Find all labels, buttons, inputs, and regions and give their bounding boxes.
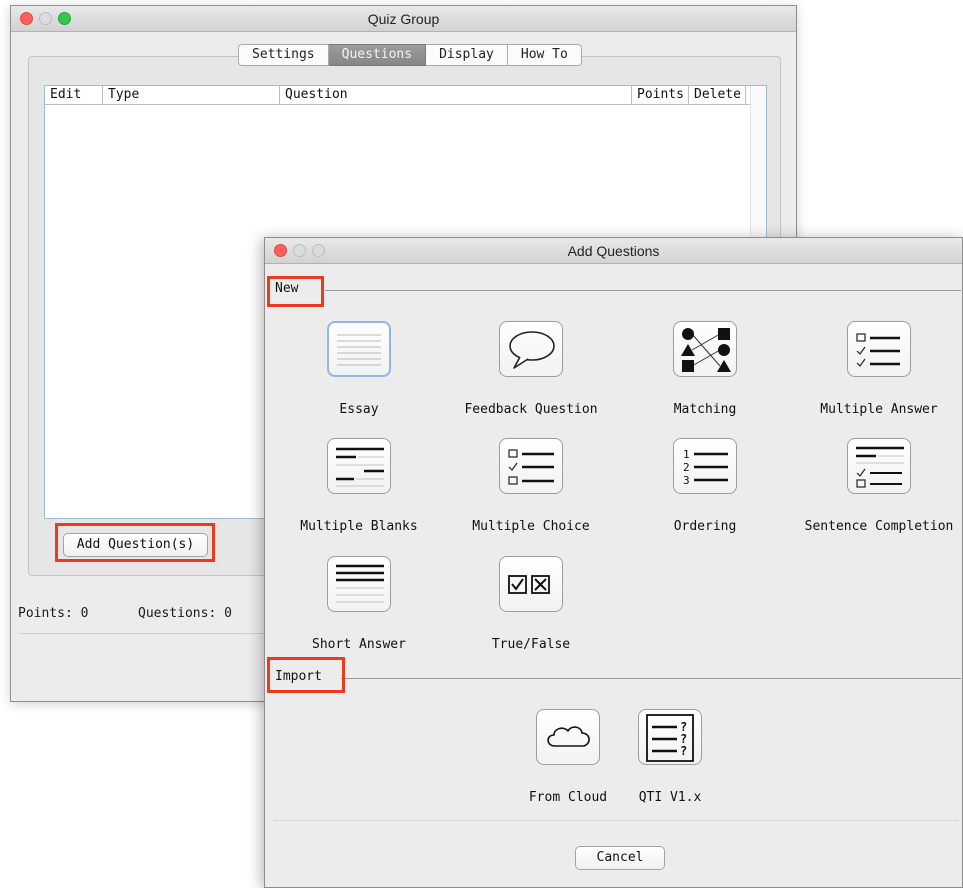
minimize-button[interactable] [39, 12, 52, 25]
add-questions-titlebar: Add Questions [265, 238, 962, 264]
multiple-answer-icon [847, 321, 911, 377]
matching-shapes-icon [673, 321, 737, 377]
quiz-group-titlebar: Quiz Group [11, 6, 796, 32]
svg-text:?: ? [680, 744, 687, 758]
zoom-button[interactable] [58, 12, 71, 25]
column-header-points[interactable]: Points [632, 86, 689, 104]
svg-text:1: 1 [683, 448, 690, 461]
window-title: Add Questions [567, 243, 660, 259]
question-type-feedback[interactable]: Feedback Question [451, 321, 611, 417]
questions-count: Questions: 0 [138, 606, 232, 621]
question-type-label: Essay [339, 402, 379, 417]
tab-bar: Settings Questions Display How To [238, 44, 582, 66]
svg-text:3: 3 [683, 474, 690, 487]
import-section-label: Import [271, 669, 326, 684]
speech-bubble-icon [499, 321, 563, 377]
question-type-label: Matching [673, 402, 737, 417]
footer-divider [273, 820, 959, 821]
table-header: Edit Type Question Points Delete [45, 86, 766, 105]
short-answer-icon [327, 556, 391, 612]
question-type-ordering[interactable]: 1 2 3 Ordering [625, 438, 785, 534]
question-type-essay[interactable]: Essay [279, 321, 439, 417]
true-false-icon [499, 556, 563, 612]
question-type-matching[interactable]: Matching [625, 321, 785, 417]
question-type-multiple-blanks[interactable]: Multiple Blanks [279, 438, 439, 534]
window-controls [20, 12, 77, 25]
question-type-label: Short Answer [312, 637, 406, 652]
question-type-sentence-completion[interactable]: Sentence Completion [799, 438, 959, 534]
column-header-question[interactable]: Question [280, 86, 632, 104]
points-count: Points: 0 [18, 606, 89, 621]
svg-text:2: 2 [683, 461, 690, 474]
close-button[interactable] [274, 244, 287, 257]
column-header-delete[interactable]: Delete [689, 86, 746, 104]
question-type-multiple-choice[interactable]: Multiple Choice [451, 438, 611, 534]
tab-how-to[interactable]: How To [507, 44, 582, 66]
column-header-type[interactable]: Type [103, 86, 280, 104]
question-type-label: Multiple Choice [472, 519, 590, 534]
add-questions-window: Add Questions New Essay Feedback Questio… [264, 237, 963, 888]
tab-settings[interactable]: Settings [238, 44, 329, 66]
import-qti[interactable]: ? ? ? QTI V1.x [590, 709, 750, 805]
sentence-completion-icon [847, 438, 911, 494]
column-header-edit[interactable]: Edit [45, 86, 103, 104]
minimize-button[interactable] [293, 244, 306, 257]
multiple-choice-icon [499, 438, 563, 494]
add-questions-button[interactable]: Add Question(s) [63, 533, 208, 557]
window-controls [274, 244, 331, 257]
tab-display[interactable]: Display [426, 44, 508, 66]
footer-divider [19, 633, 274, 634]
question-type-label: Feedback Question [464, 402, 598, 417]
window-title: Quiz Group [367, 11, 440, 27]
close-button[interactable] [20, 12, 33, 25]
ordering-icon: 1 2 3 [673, 438, 737, 494]
question-type-label: Sentence Completion [804, 519, 954, 534]
multiple-blanks-icon [327, 438, 391, 494]
essay-icon [327, 321, 391, 377]
question-type-label: Multiple Blanks [300, 519, 418, 534]
import-label: QTI V1.x [638, 790, 702, 805]
import-section-divider [341, 678, 961, 679]
question-type-true-false[interactable]: True/False [451, 556, 611, 652]
new-section-divider [325, 290, 961, 291]
question-type-label: True/False [491, 637, 571, 652]
tab-questions[interactable]: Questions [328, 44, 427, 66]
zoom-button[interactable] [312, 244, 325, 257]
question-type-short-answer[interactable]: Short Answer [279, 556, 439, 652]
qti-document-icon: ? ? ? [638, 709, 702, 765]
cancel-button[interactable]: Cancel [575, 846, 665, 870]
new-section-label: New [271, 281, 303, 296]
question-type-label: Multiple Answer [820, 402, 938, 417]
question-type-label: Ordering [673, 519, 737, 534]
question-type-multiple-answer[interactable]: Multiple Answer [799, 321, 959, 417]
